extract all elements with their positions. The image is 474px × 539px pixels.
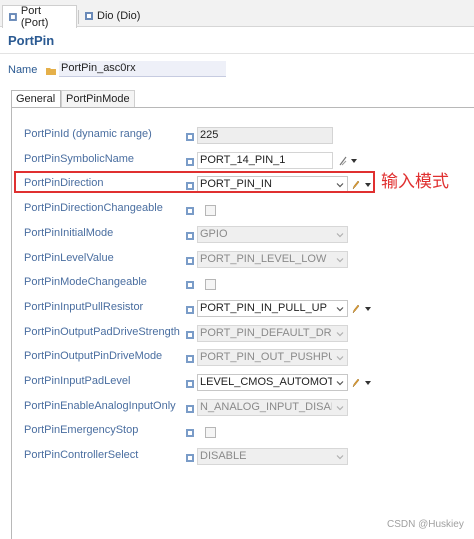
parameter-type-icon xyxy=(186,404,194,413)
param-combo-value: DISABLE xyxy=(200,450,247,463)
param-combo-value: PORT_PIN_OUT_PUSHPULL xyxy=(200,351,332,364)
param-label: PortPinInitialMode xyxy=(24,226,114,239)
tab-port[interactable]: Port (Port) xyxy=(2,5,77,29)
chevron-down-icon xyxy=(336,381,344,386)
name-field[interactable]: PortPin_asc0rx xyxy=(59,61,226,77)
param-label: PortPinControllerSelect xyxy=(24,449,139,462)
parameter-type-icon xyxy=(186,355,194,364)
param-combo[interactable]: PORT_PIN_IN_PULL_UP xyxy=(197,299,348,317)
annotation-text: 输入模式 xyxy=(381,172,449,192)
param-combo[interactable]: DISABLE xyxy=(197,448,348,466)
parameter-type-icon xyxy=(186,281,194,290)
parameter-type-icon xyxy=(186,157,194,166)
module-icon xyxy=(85,12,93,20)
name-label: Name xyxy=(8,64,38,76)
param-checkbox[interactable] xyxy=(205,279,216,291)
parameter-type-icon xyxy=(186,207,194,216)
param-label: PortPinId (dynamic range) xyxy=(24,128,152,140)
chevron-down-icon xyxy=(336,455,344,460)
param-label: PortPinModeChangeable xyxy=(24,276,147,289)
chevron-down-icon xyxy=(336,257,344,262)
chevron-down-icon xyxy=(336,306,344,312)
param-label: PortPinSymbolicName xyxy=(24,152,135,165)
parameter-type-icon xyxy=(186,454,194,463)
watermark: CSDN @Huskiey xyxy=(387,519,464,530)
param-combo-value: PORT_PIN_DEFAULT_DRIVER xyxy=(200,326,332,339)
divider xyxy=(0,53,474,54)
param-label: PortPinOutputPinDriveMode xyxy=(24,350,163,363)
chevron-down-icon xyxy=(336,356,344,361)
param-combo-value: LEVEL_CMOS_AUTOMOTIVE xyxy=(200,376,332,388)
param-combo[interactable]: PORT_PIN_LEVEL_LOW xyxy=(197,250,348,268)
tab-portpinmode[interactable]: PortPinMode xyxy=(61,90,135,107)
param-label: PortPinLevelValue xyxy=(24,251,114,264)
edit-icon[interactable] xyxy=(339,156,347,166)
parameter-type-icon xyxy=(186,305,194,314)
param-checkbox[interactable] xyxy=(205,427,216,439)
tab-dio[interactable]: Dio (Dio) xyxy=(79,6,145,26)
pencil-icon[interactable] xyxy=(352,304,360,314)
tab-general[interactable]: General xyxy=(11,90,61,107)
param-label: PortPinOutputPadDriveStrength xyxy=(24,325,180,338)
param-combo[interactable]: GPIO xyxy=(197,225,348,243)
folder-icon xyxy=(46,68,56,75)
dropdown-arrow-icon[interactable] xyxy=(364,305,372,313)
param-label: PortPinInputPullResistor xyxy=(24,300,144,313)
param-combo[interactable]: LEVEL_CMOS_AUTOMOTIVE xyxy=(197,374,348,391)
dropdown-arrow-icon[interactable] xyxy=(350,157,358,165)
param-label: PortPinEnableAnalogInputOnly xyxy=(24,399,176,412)
parameter-type-icon xyxy=(186,133,194,141)
param-text-field[interactable]: 225 xyxy=(197,127,333,144)
parameter-type-icon xyxy=(186,231,194,240)
param-combo-value: GPIO xyxy=(200,227,228,240)
editor-tab-strip: Port (Port) Dio (Dio) xyxy=(0,0,474,29)
param-combo-value: N_ANALOG_INPUT_DISABLE xyxy=(200,400,332,413)
param-label: PortPinEmergencyStop xyxy=(24,424,139,437)
parameter-type-icon xyxy=(186,256,194,265)
inner-tabs: General PortPinMode xyxy=(8,90,474,107)
parameter-type-icon xyxy=(186,380,194,388)
chevron-down-icon xyxy=(336,331,344,336)
chevron-down-icon xyxy=(336,232,344,238)
param-combo[interactable]: PORT_PIN_OUT_PUSHPULL xyxy=(197,349,348,367)
parameter-type-icon xyxy=(186,429,194,438)
param-text-field[interactable]: PORT_14_PIN_1 xyxy=(197,151,333,169)
pencil-icon[interactable] xyxy=(352,378,360,388)
tab-dio-label: Dio (Dio) xyxy=(97,10,141,22)
param-combo[interactable]: PORT_PIN_DEFAULT_DRIVER xyxy=(197,324,348,342)
highlight-box xyxy=(14,171,375,193)
param-checkbox[interactable] xyxy=(205,205,216,217)
module-icon xyxy=(8,13,17,21)
parameter-type-icon xyxy=(186,330,194,339)
tab-port-label: Port (Port) xyxy=(20,5,49,29)
dropdown-arrow-icon[interactable] xyxy=(364,379,372,387)
chevron-down-icon xyxy=(336,405,344,411)
page-title: PortPin xyxy=(8,33,55,48)
param-combo[interactable]: N_ANALOG_INPUT_DISABLE xyxy=(197,398,348,416)
param-label: PortPinInputPadLevel xyxy=(24,375,131,387)
param-combo-value: PORT_PIN_IN_PULL_UP xyxy=(200,301,327,314)
param-combo-value: PORT_PIN_LEVEL_LOW xyxy=(200,252,327,265)
param-label: PortPinDirectionChangeable xyxy=(24,202,163,215)
